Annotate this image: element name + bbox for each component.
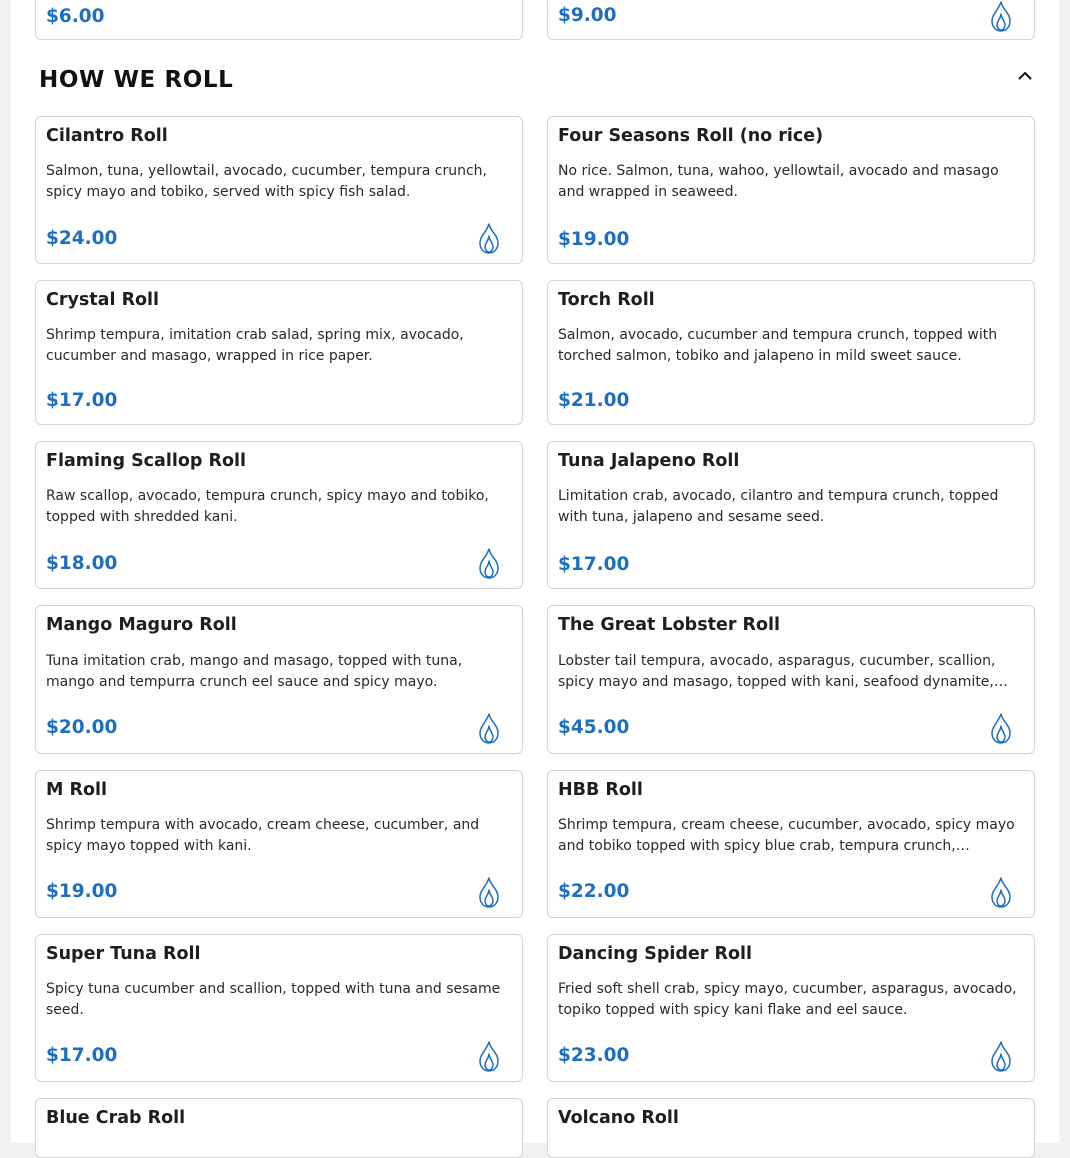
item-price: $45.00 xyxy=(558,717,630,738)
item-price: $24.00 xyxy=(46,228,118,249)
item-name: Torch Roll xyxy=(558,290,655,310)
item-description: Tuna imitation crab, mango and masago, t… xyxy=(46,653,463,690)
item-price: $9.00 xyxy=(558,5,617,26)
item-price: $21.00 xyxy=(558,390,630,411)
item-price: $6.00 xyxy=(46,6,105,27)
menu-item-card[interactable]: Mango Maguro Roll Tuna imitation crab, m… xyxy=(35,605,523,754)
flame-icon xyxy=(987,712,1015,744)
flame-icon xyxy=(475,712,503,744)
item-price: $23.00 xyxy=(558,1045,630,1066)
menu-item-card[interactable]: Volcano Roll xyxy=(547,1098,1035,1158)
item-description: Shrimp tempura with avocado, cream chees… xyxy=(46,817,480,854)
item-price: $17.00 xyxy=(46,390,118,411)
item-description: Lobster tail tempura, avocado, asparagus… xyxy=(558,653,1008,690)
menu-item-card[interactable]: Crystal Roll Shrimp tempura, imitation c… xyxy=(35,280,523,425)
item-name: Crystal Roll xyxy=(46,290,160,310)
item-description: Raw scallop, avocado, tempura crunch, sp… xyxy=(46,488,489,525)
section-title: HOW WE ROLL xyxy=(39,67,234,93)
flame-icon xyxy=(475,222,503,254)
menu-item-card[interactable]: Super Tuna Roll Spicy tuna cucumber and … xyxy=(35,934,523,1082)
menu-item-card[interactable]: $6.00 xyxy=(35,0,523,40)
menu-item-card[interactable]: The Great Lobster Roll Lobster tail temp… xyxy=(547,605,1035,754)
item-price: $22.00 xyxy=(558,881,630,902)
item-price: $20.00 xyxy=(46,717,118,738)
menu-page: $6.00 $9.00 HOW WE ROLL Cilantro Roll Sa… xyxy=(11,0,1059,1158)
menu-item-card[interactable]: M Roll Shrimp tempura with avocado, crea… xyxy=(35,770,523,918)
item-description: Salmon, tuna, yellowtail, avocado, cucum… xyxy=(46,163,487,200)
item-price: $19.00 xyxy=(558,229,630,250)
menu-item-card[interactable]: Flaming Scallop Roll Raw scallop, avocad… xyxy=(35,441,523,589)
flame-icon xyxy=(987,876,1015,908)
flame-icon xyxy=(987,0,1015,32)
item-description: Salmon, avocado, cucumber and tempura cr… xyxy=(558,327,998,364)
collapse-section-button[interactable] xyxy=(1012,62,1038,88)
item-name: Tuna Jalapeno Roll xyxy=(558,451,740,471)
menu-item-card[interactable]: Cilantro Roll Salmon, tuna, yellowtail, … xyxy=(35,116,523,264)
flame-icon xyxy=(475,547,503,579)
item-name: Four Seasons Roll (no rice) xyxy=(558,126,824,146)
item-name: Blue Crab Roll xyxy=(46,1108,186,1128)
item-description: Shrimp tempura, imitation crab salad, sp… xyxy=(46,327,464,364)
item-description: Shrimp tempura, cream cheese, cucumber, … xyxy=(558,817,1015,854)
item-name: Mango Maguro Roll xyxy=(46,615,237,635)
flame-icon xyxy=(987,1040,1015,1072)
item-name: M Roll xyxy=(46,780,108,800)
item-name: HBB Roll xyxy=(558,780,643,800)
item-name: Super Tuna Roll xyxy=(46,944,201,964)
menu-item-card[interactable]: Torch Roll Salmon, avocado, cucumber and… xyxy=(547,280,1035,425)
chevron-up-icon xyxy=(1018,71,1032,79)
item-price: $17.00 xyxy=(46,1045,118,1066)
item-name: Cilantro Roll xyxy=(46,126,168,146)
menu-item-card[interactable]: Dancing Spider Roll Fried soft shell cra… xyxy=(547,934,1035,1082)
item-description: Spicy tuna cucumber and scallion, topped… xyxy=(46,981,501,1018)
menu-item-card[interactable]: Four Seasons Roll (no rice) No rice. Sal… xyxy=(547,116,1035,264)
item-name: Dancing Spider Roll xyxy=(558,944,752,964)
item-price: $18.00 xyxy=(46,553,118,574)
item-description: Limitation crab, avocado, cilantro and t… xyxy=(558,488,999,525)
item-price: $19.00 xyxy=(46,881,118,902)
menu-item-card[interactable]: Blue Crab Roll xyxy=(35,1098,523,1158)
menu-item-card[interactable]: HBB Roll Shrimp tempura, cream cheese, c… xyxy=(547,770,1035,918)
flame-icon xyxy=(475,1040,503,1072)
item-name: Volcano Roll xyxy=(558,1108,679,1128)
menu-item-card[interactable]: Tuna Jalapeno Roll Limitation crab, avoc… xyxy=(547,441,1035,589)
item-description: Fried soft shell crab, spicy mayo, cucum… xyxy=(558,981,1017,1018)
menu-item-card[interactable]: $9.00 xyxy=(547,0,1035,40)
item-price: $17.00 xyxy=(558,554,630,575)
item-name: The Great Lobster Roll xyxy=(558,615,781,635)
flame-icon xyxy=(475,876,503,908)
item-name: Flaming Scallop Roll xyxy=(46,451,246,471)
item-description: No rice. Salmon, tuna, wahoo, yellowtail… xyxy=(558,163,999,200)
